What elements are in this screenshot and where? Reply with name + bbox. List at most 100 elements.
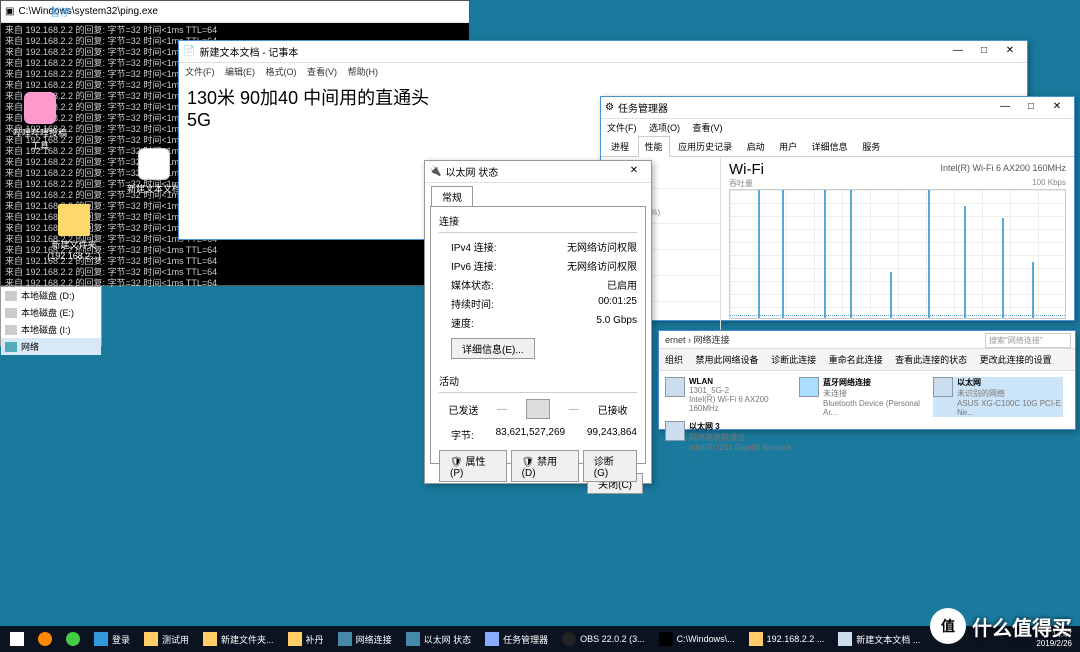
disable-button[interactable]: 🛡 禁用(D) xyxy=(511,450,579,482)
value: 5.0 Gbps xyxy=(596,315,637,330)
menu-edit[interactable]: 编辑(E) xyxy=(225,67,255,77)
windows-icon xyxy=(10,632,24,646)
watermark-text: 什么值得买 xyxy=(972,612,1072,641)
window-title: 以太网 状态 xyxy=(441,164,621,179)
taskbar-firefox[interactable] xyxy=(32,628,58,650)
notepad-titlebar[interactable]: 📄 新建文本文档 - 记事本 — □ ✕ xyxy=(179,41,1027,63)
taskbar-obs[interactable]: OBS 22.0.2 (3... xyxy=(556,628,651,650)
network-icon: 🔌 xyxy=(429,166,441,177)
tab-history[interactable]: 应用历史记录 xyxy=(672,137,738,156)
folder-icon xyxy=(288,632,302,646)
section-header: 活动 xyxy=(439,373,637,388)
minimize-button[interactable]: — xyxy=(992,99,1018,117)
taskmgr-tabs: 进程 性能 应用历史记录 启动 用户 详细信息 服务 xyxy=(601,136,1074,157)
properties-button[interactable]: 🛡 属性(P) xyxy=(439,450,507,482)
maximize-button[interactable]: □ xyxy=(971,43,997,61)
taskbar-folder1[interactable]: 测试用 xyxy=(138,628,195,650)
network-icon xyxy=(5,342,17,352)
icon-label: 哔哩哔哩投稿工具 xyxy=(10,126,70,152)
taskbar-cmd[interactable]: C:\Windows\... xyxy=(653,628,741,650)
taskbar-chrome[interactable] xyxy=(60,628,86,650)
details-button[interactable]: 详细信息(E)... xyxy=(451,338,535,359)
ethstat-titlebar[interactable]: 🔌 以太网 状态 ✕ xyxy=(425,161,651,183)
menu-view[interactable]: 查看(V) xyxy=(693,123,723,133)
window-title: C:\Windows\system32\ping.exe xyxy=(14,6,465,17)
tab-processes[interactable]: 进程 xyxy=(605,137,635,156)
adapter-ethernet[interactable]: 以太网未识别的网络ASUS XG-C100C 10G PCI-E Ne... xyxy=(933,377,1063,417)
taskmgr-titlebar[interactable]: ⚙ 任务管理器 — □ ✕ xyxy=(601,97,1074,119)
taskbar-login[interactable]: 登录 xyxy=(88,628,136,650)
ethernet-icon xyxy=(933,377,953,397)
taskmgr-icon xyxy=(485,632,499,646)
menu-help[interactable]: 帮助(H) xyxy=(348,67,379,77)
taskbar-ethstat[interactable]: 以太网 状态 xyxy=(400,628,478,650)
tb-disable[interactable]: 禁用此网络设备 xyxy=(696,355,759,365)
menu-file[interactable]: 文件(F) xyxy=(607,123,637,133)
network-node[interactable]: 网络 xyxy=(1,338,101,355)
window-title: 新建文本文档 - 记事本 xyxy=(195,44,945,59)
desktop-icon-bilibili[interactable]: 哔哩哔哩投稿工具 xyxy=(10,92,70,152)
tb-organize[interactable]: 组织 xyxy=(665,355,683,365)
adapter-wlan[interactable]: WLAN1301_5G-2Intel(R) Wi-Fi 6 AX200 160M… xyxy=(665,377,795,417)
cmd-icon: ▣ xyxy=(5,6,14,17)
drive-d[interactable]: 本地磁盘 (D:) xyxy=(1,287,101,304)
taskmgr-menu: 文件(F) 选项(O) 查看(V) xyxy=(601,119,1074,136)
watermark-badge: 值 xyxy=(930,608,966,644)
tab-general[interactable]: 常规 xyxy=(431,186,473,206)
start-button[interactable] xyxy=(4,628,30,650)
tab-details[interactable]: 详细信息 xyxy=(806,137,854,156)
txt-icon xyxy=(138,148,170,180)
folder-icon xyxy=(203,632,217,646)
bilibili-icon xyxy=(24,92,56,124)
drive-e[interactable]: 本地磁盘 (E:) xyxy=(1,304,101,321)
recv-label: 已接收 xyxy=(598,402,628,417)
minimize-button[interactable]: — xyxy=(945,43,971,61)
desktop-icon-txt[interactable]: 新建文本文档 xyxy=(124,148,184,195)
desktop-icon-folder[interactable]: 新建文件夹 (192.168.2...) xyxy=(44,204,104,261)
menu-format[interactable]: 格式(O) xyxy=(266,67,297,77)
scale-value: 100 Kbps xyxy=(1032,178,1066,189)
search-input[interactable]: 搜索"网络连接" xyxy=(985,333,1071,348)
tab-startup[interactable]: 启动 xyxy=(741,137,771,156)
taskbar-folder3[interactable]: 补丹 xyxy=(282,628,330,650)
taskbar-ping[interactable]: 192.168.2.2 ... xyxy=(743,628,831,650)
value: 无网络访问权限 xyxy=(567,258,637,273)
scale-label: 吞吐量 xyxy=(729,178,753,189)
pc-icon xyxy=(526,399,550,419)
menu-view[interactable]: 查看(V) xyxy=(307,67,337,77)
maximize-button[interactable]: □ xyxy=(1018,99,1044,117)
close-button[interactable]: ✕ xyxy=(621,163,647,181)
notepad-icon xyxy=(838,632,852,646)
taskbar-netconn[interactable]: 网络连接 xyxy=(332,628,398,650)
tb-diagnose[interactable]: 诊断此连接 xyxy=(771,355,816,365)
network-icon xyxy=(406,632,420,646)
tb-change[interactable]: 更改此连接的设置 xyxy=(980,355,1052,365)
tab-performance[interactable]: 性能 xyxy=(638,136,670,157)
diagnose-button[interactable]: 诊断(G) xyxy=(583,450,637,482)
section-header: 连接 xyxy=(439,213,637,228)
ethernet-icon xyxy=(665,421,685,441)
tb-rename[interactable]: 重命名此连接 xyxy=(829,355,883,365)
bluetooth-icon xyxy=(799,377,819,397)
value: 已启用 xyxy=(607,277,637,292)
sent-label: 已发送 xyxy=(448,402,478,417)
menu-file[interactable]: 文件(F) xyxy=(185,67,215,77)
tab-users[interactable]: 用户 xyxy=(773,137,803,156)
taskbar-folder2[interactable]: 新建文件夹... xyxy=(197,628,280,650)
adapter-ethernet3[interactable]: 以太网 3网络电缆被拔出Intel(R) I211 Gigabit Networ… xyxy=(665,421,795,461)
taskbar-taskmgr[interactable]: 任务管理器 xyxy=(479,628,554,650)
tab-services[interactable]: 服务 xyxy=(856,137,886,156)
adapter-bluetooth[interactable]: 蓝牙网络连接未连接Bluetooth Device (Personal Ar..… xyxy=(799,377,929,417)
notepad-icon: 📄 xyxy=(183,46,195,57)
taskbar: 登录 测试用 新建文件夹... 补丹 网络连接 以太网 状态 任务管理器 OBS… xyxy=(0,626,1080,652)
close-button[interactable]: ✕ xyxy=(997,43,1023,61)
close-button[interactable]: ✕ xyxy=(1044,99,1070,117)
tb-status[interactable]: 查看此连接的状态 xyxy=(895,355,967,365)
taskbar-notepad[interactable]: 新建文本文档 ... xyxy=(832,628,926,650)
perf-graph-area: Wi-Fi Intel(R) Wi-Fi 6 AX200 160MHz 吞吐量 … xyxy=(721,157,1074,332)
qq-icon xyxy=(94,632,108,646)
bytes-sent: 83,621,527,269 xyxy=(496,427,566,442)
drive-i[interactable]: 本地磁盘 (I:) xyxy=(1,321,101,338)
menu-options[interactable]: 选项(O) xyxy=(649,123,680,133)
cmd-titlebar[interactable]: ▣ C:\Windows\system32\ping.exe xyxy=(1,1,469,23)
